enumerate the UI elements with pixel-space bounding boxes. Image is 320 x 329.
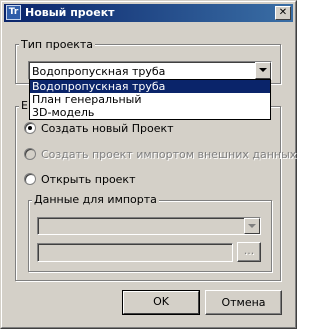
new-project-dialog: Tr Новый проект ✕ Тип проекта Водопропус… [0, 0, 297, 329]
window-title: Новый проект [25, 6, 115, 19]
project-type-select[interactable]: Водопропускная труба [28, 61, 272, 80]
close-button[interactable]: ✕ [275, 6, 291, 20]
browse-button-label: ... [243, 244, 255, 257]
chevron-down-icon [248, 224, 256, 228]
close-icon: ✕ [278, 7, 288, 18]
import-source-select-frame [38, 218, 260, 234]
radio-create-import[interactable]: Создать проект импортом внешних данных [24, 148, 296, 162]
project-type-caption: Тип проекта [19, 38, 96, 51]
import-source-dropdown-button[interactable] [244, 218, 260, 234]
project-type-option-culvert[interactable]: Водопропускная труба [30, 80, 270, 93]
radio-create-import-indicator[interactable] [24, 148, 36, 160]
radio-create-new-indicator[interactable] [24, 122, 36, 134]
radio-create-new[interactable]: Создать новый Проект [24, 122, 174, 136]
project-type-selected: Водопропускная труба [32, 65, 166, 78]
ok-button[interactable]: OK [122, 290, 200, 315]
cancel-button-label: Отмена [221, 296, 266, 309]
radio-open-project[interactable]: Открыть проект [24, 173, 136, 187]
title-bar[interactable]: Tr Новый проект ✕ [4, 4, 293, 22]
radio-create-import-label: Создать проект импортом внешних данных [41, 148, 297, 161]
chevron-down-icon [259, 68, 267, 72]
radio-create-new-label: Создать новый Проект [41, 122, 174, 135]
app-icon: Tr [6, 5, 21, 20]
cancel-button[interactable]: Отмена [205, 290, 282, 315]
radio-open-project-indicator[interactable] [24, 173, 36, 185]
project-type-dropdown-list: Водопропускная труба План генеральный 3D… [29, 79, 271, 120]
radio-open-project-label: Открыть проект [41, 173, 136, 186]
import-source-select[interactable] [37, 217, 261, 235]
project-type-option-3d-model[interactable]: 3D-модель [30, 106, 270, 119]
ok-button-label: OK [153, 295, 169, 308]
project-type-option-master-plan[interactable]: План генеральный [30, 93, 270, 106]
import-path-field-frame [38, 244, 232, 261]
browse-button[interactable]: ... [237, 242, 261, 262]
project-type-dropdown-button[interactable] [255, 62, 271, 79]
import-data-caption: Данные для импорта [32, 193, 159, 206]
import-path-field[interactable] [37, 243, 233, 262]
